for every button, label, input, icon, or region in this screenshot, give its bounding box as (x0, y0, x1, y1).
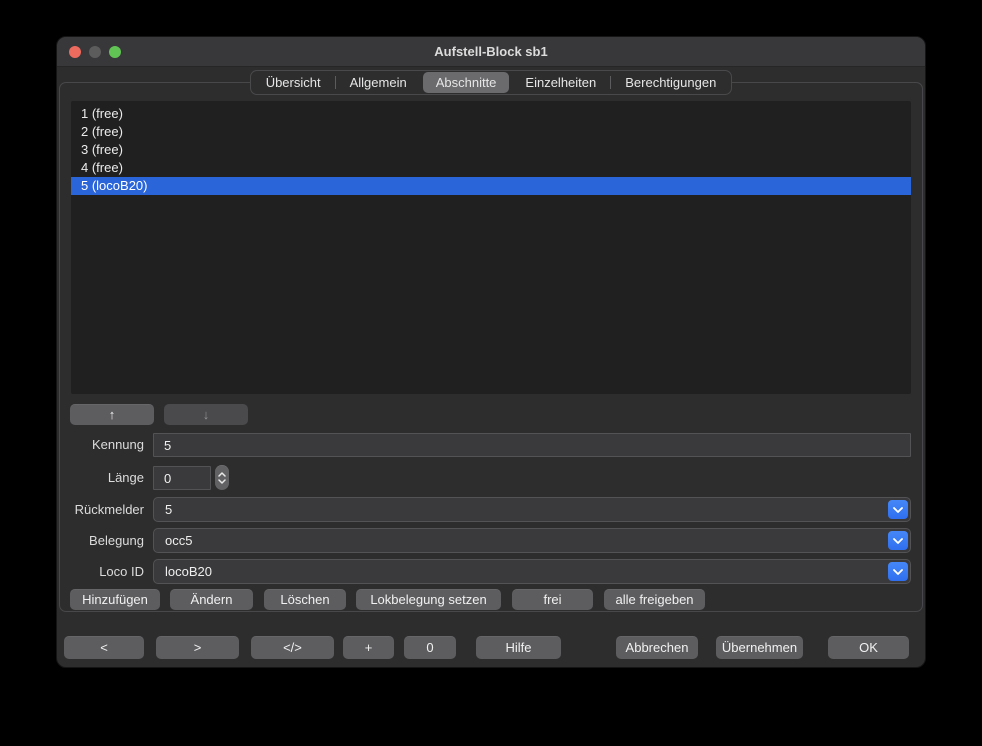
loco-id-label: Loco ID (60, 564, 144, 580)
alle-freigeben-button[interactable]: alle freigeben (604, 589, 705, 610)
chevron-down-icon (893, 538, 903, 544)
window-title: Aufstell-Block sb1 (57, 37, 925, 67)
tab-separator (610, 76, 611, 89)
arrow-down-icon: ↓ (203, 407, 210, 422)
plus-button[interactable]: + (343, 636, 394, 659)
zero-button[interactable]: 0 (404, 636, 456, 659)
arrow-up-icon: ↑ (109, 407, 116, 422)
laenge-stepper[interactable] (215, 465, 229, 490)
move-down-button[interactable]: ↓ (164, 404, 248, 425)
rueckmelder-value: 5 (165, 498, 172, 521)
titlebar[interactable]: Aufstell-Block sb1 (57, 37, 925, 67)
combo-drop-button[interactable] (888, 562, 908, 581)
list-item-selected[interactable]: 5 (locoB20) (71, 177, 911, 195)
belegung-label: Belegung (60, 533, 144, 549)
dialog-window: Aufstell-Block sb1 Übersicht Allgemein A… (56, 36, 926, 668)
combo-drop-button[interactable] (888, 500, 908, 519)
hinzufuegen-button[interactable]: Hinzufügen (70, 589, 160, 610)
laenge-input[interactable] (153, 466, 211, 490)
list-item[interactable]: 1 (free) (71, 105, 911, 123)
abbrechen-button[interactable]: Abbrechen (616, 636, 698, 659)
belegung-value: occ5 (165, 529, 192, 552)
list-item[interactable]: 4 (free) (71, 159, 911, 177)
loeschen-button[interactable]: Löschen (264, 589, 346, 610)
hilfe-button[interactable]: Hilfe (476, 636, 561, 659)
tab-group: Übersicht Allgemein Abschnitte Einzelhei… (250, 70, 733, 95)
next-button[interactable]: > (156, 636, 239, 659)
abschnitte-pane: 1 (free) 2 (free) 3 (free) 4 (free) 5 (l… (59, 82, 923, 612)
belegung-combobox[interactable]: occ5 (153, 528, 911, 553)
tab-abschnitte[interactable]: Abschnitte (423, 72, 510, 93)
chevron-down-icon (893, 569, 903, 575)
loco-id-value: locoB20 (165, 560, 212, 583)
prev-button[interactable]: < (64, 636, 144, 659)
stepper-up-icon[interactable] (218, 472, 226, 477)
rueckmelder-label: Rückmelder (60, 502, 144, 518)
tab-allgemein[interactable]: Allgemein (337, 72, 420, 93)
move-up-button[interactable]: ↑ (70, 404, 154, 425)
sections-list[interactable]: 1 (free) 2 (free) 3 (free) 4 (free) 5 (l… (71, 101, 911, 394)
kennung-label: Kennung (60, 437, 144, 453)
tab-bar: Übersicht Allgemein Abschnitte Einzelhei… (57, 70, 925, 95)
aendern-button[interactable]: Ändern (170, 589, 253, 610)
tab-uebersicht[interactable]: Übersicht (253, 72, 334, 93)
rueckmelder-combobox[interactable]: 5 (153, 497, 911, 522)
xml-button[interactable]: </> (251, 636, 334, 659)
laenge-label: Länge (60, 470, 144, 486)
list-item[interactable]: 3 (free) (71, 141, 911, 159)
tab-einzelheiten[interactable]: Einzelheiten (512, 72, 609, 93)
combo-drop-button[interactable] (888, 531, 908, 550)
kennung-input[interactable] (153, 433, 911, 457)
lokbelegung-setzen-button[interactable]: Lokbelegung setzen (356, 589, 501, 610)
stepper-down-icon[interactable] (218, 479, 226, 484)
loco-id-combobox[interactable]: locoB20 (153, 559, 911, 584)
uebernehmen-button[interactable]: Übernehmen (716, 636, 803, 659)
tab-berechtigungen[interactable]: Berechtigungen (612, 72, 729, 93)
list-item[interactable]: 2 (free) (71, 123, 911, 141)
ok-button[interactable]: OK (828, 636, 909, 659)
desktop-background: Aufstell-Block sb1 Übersicht Allgemein A… (0, 0, 982, 746)
tab-separator (335, 76, 336, 89)
frei-button[interactable]: frei (512, 589, 593, 610)
chevron-down-icon (893, 507, 903, 513)
